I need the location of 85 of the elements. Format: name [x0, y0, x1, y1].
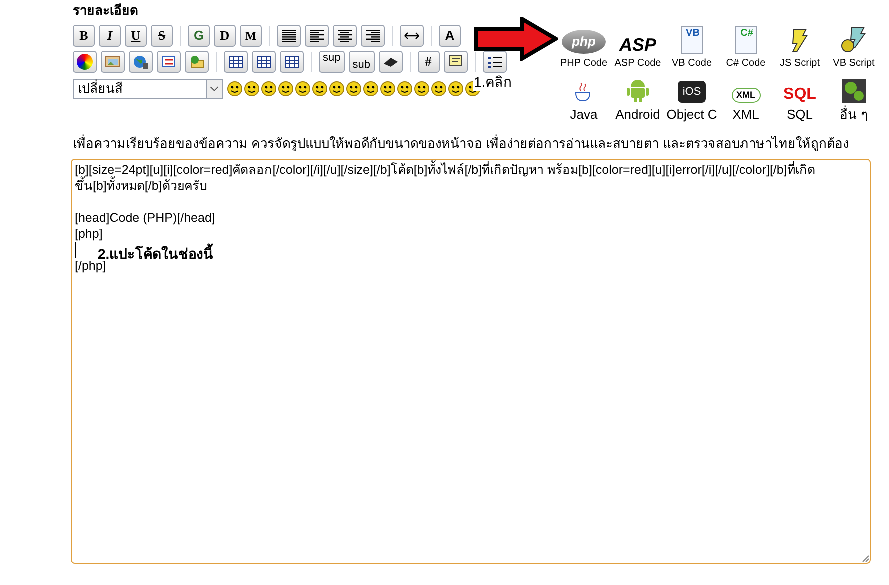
asp-logo: ASP: [619, 36, 656, 54]
toolbar-button[interactable]: [361, 24, 385, 46]
smiley-icon[interactable]: [431, 80, 447, 96]
format-button[interactable]: sup: [319, 50, 345, 72]
smiley-icon[interactable]: [227, 80, 243, 96]
editor-line: [head]Code (PHP)[/head]: [75, 210, 216, 226]
code-language-button[interactable]: JS Script: [773, 18, 827, 70]
toolbar-button[interactable]: [224, 50, 248, 72]
note-icon: [448, 54, 464, 68]
gears-icon: [842, 79, 866, 103]
toolbar-button[interactable]: [280, 50, 304, 72]
toolbar-button[interactable]: [129, 50, 153, 72]
section-title: รายละเอียด: [73, 2, 139, 20]
align-left-icon: [309, 28, 325, 42]
format-button[interactable]: A: [439, 24, 461, 46]
list-icon: [486, 54, 502, 68]
code-language-button[interactable]: VB Script: [827, 18, 881, 70]
code-language-button[interactable]: ASP ASP Code: [611, 18, 665, 70]
format-button[interactable]: D: [214, 24, 236, 46]
code-language-button[interactable]: SQL SQL: [773, 72, 827, 124]
paste-annotation: 2.แปะโค้ดในช่องนี้: [98, 246, 214, 262]
toolbar-button[interactable]: [444, 50, 468, 72]
editor-field[interactable]: [71, 159, 871, 564]
code-language-button[interactable]: อื่น ๆ: [827, 72, 881, 124]
toolbar-button[interactable]: [305, 24, 329, 46]
format-button[interactable]: M: [240, 24, 262, 46]
table-icon: [284, 54, 300, 68]
robot-icon: [627, 77, 649, 103]
smiley-icon[interactable]: [312, 80, 328, 96]
xml-badge: XML: [732, 88, 760, 103]
click-annotation: 1.คลิก: [473, 73, 513, 91]
code-language-button[interactable]: Java: [557, 72, 611, 124]
toolbar-button[interactable]: [73, 50, 97, 72]
color-dropdown[interactable]: เปลี่ยนสี: [73, 78, 223, 98]
code-language-button[interactable]: iOS Object C: [665, 72, 719, 124]
smiley-icon[interactable]: [329, 80, 345, 96]
align-right-icon: [365, 28, 381, 42]
format-button[interactable]: I: [99, 24, 121, 46]
text-cursor: [75, 242, 76, 258]
smiley-icon[interactable]: [448, 80, 464, 96]
format-button[interactable]: G: [188, 24, 210, 46]
smiley-icon[interactable]: [295, 80, 311, 96]
align-center-icon: [337, 28, 353, 42]
folder-globe-icon: [189, 54, 205, 68]
format-button[interactable]: #: [418, 50, 440, 72]
toolbar-button[interactable]: [400, 24, 424, 46]
hint-text: เพื่อความเรียบร้อยของข้อความ ควรจัดรูปแบบให้พอดีกับขนาดของหน้าจอ เพื่อง่ายต่อการอ่านและสบายตา และตรวจสอบภาษาไทยให้ถูกต้อง: [73, 134, 850, 153]
resize-handle-icon[interactable]: [861, 554, 870, 563]
code-language-button[interactable]: Android: [611, 72, 665, 124]
toolbar-button[interactable]: [482, 50, 506, 72]
editor-line: [/php]: [75, 259, 106, 274]
toolbar-button[interactable]: [252, 50, 276, 72]
php-logo: php: [562, 30, 606, 54]
table-icon: [256, 54, 272, 68]
smiley-icon[interactable]: [244, 80, 260, 96]
toolbar-button[interactable]: [378, 50, 402, 72]
document-logo: C#: [735, 26, 757, 54]
format-button[interactable]: S: [151, 24, 173, 46]
smiley-icon[interactable]: [346, 80, 362, 96]
color-wheel-icon: [77, 54, 93, 70]
smiley-icon[interactable]: [363, 80, 379, 96]
table-icon: [228, 54, 244, 68]
ios-badge: iOS: [678, 81, 706, 103]
toolbar-button[interactable]: [277, 24, 301, 46]
smiley-icon[interactable]: [261, 80, 277, 96]
editor-line: [b][size=24pt][u][i][color=red]คัดลอก[/color][/i][/u][/size][/b]โค้ด[b]ทั้งไฟล์[/b]ที่เกิดปัญหา พร้อม[b][color=red][u][i]error[/i][/u][/color][/b]ที่เกิดขึ้น[b]ทั้งหมด[/b]ด้วยครับ: [75, 162, 867, 194]
smiley-icon[interactable]: [397, 80, 413, 96]
caret-icon: [206, 80, 222, 98]
picture-icon: [105, 54, 121, 68]
document-logo: VB: [681, 26, 703, 54]
toolbar-button[interactable]: [333, 24, 357, 46]
globe-icon: [133, 54, 149, 68]
code-language-button[interactable]: VB VB Code: [665, 18, 719, 70]
format-button[interactable]: B: [73, 24, 95, 46]
smiley-icon[interactable]: [414, 80, 430, 96]
sql-logo: SQL: [784, 87, 816, 103]
code-language-button[interactable]: php PHP Code: [557, 18, 611, 70]
code-language-button[interactable]: XML XML: [719, 72, 773, 124]
smiley-icon[interactable]: [380, 80, 396, 96]
smiley-icon[interactable]: [278, 80, 294, 96]
editor-line: [php]: [75, 226, 104, 242]
align-justify-icon: [281, 28, 297, 42]
format-button[interactable]: U: [125, 24, 147, 46]
code-language-button[interactable]: C# C# Code: [719, 18, 773, 70]
format-button[interactable]: sub: [348, 50, 374, 72]
